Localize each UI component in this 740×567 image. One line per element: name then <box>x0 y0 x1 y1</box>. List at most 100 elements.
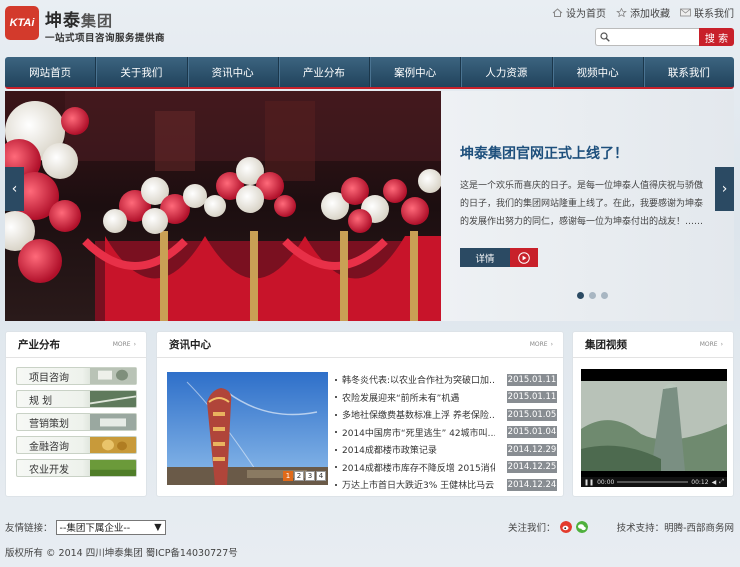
news-panel-title: 资讯中心 <box>169 339 211 351</box>
footer-links-row: 友情链接： --集团下属企业-- ▼ 关注我们： 技术支持：明腾-西部商务网 <box>5 518 734 536</box>
nav-hr[interactable]: 人力资源 <box>461 57 553 87</box>
site-logo[interactable]: KTAi 坤泰集团 一站式项目咨询服务提供商 <box>5 6 205 46</box>
news-date: 2014.12.25 <box>507 461 557 474</box>
news-date: 2014.12.29 <box>507 443 557 456</box>
news-item[interactable]: 农险发展迎来“前所未有”机遇 2015.01.11 <box>335 389 557 407</box>
slide-title: 坤泰集团官网正式上线了！ <box>460 146 628 162</box>
video-more-link[interactable]: MORE › <box>700 341 723 348</box>
industry-more-link[interactable]: MORE › <box>113 341 136 348</box>
search-icon <box>600 32 610 42</box>
chevron-right-icon: › <box>721 181 728 197</box>
slider-dot-3[interactable] <box>601 292 608 299</box>
industry-panel-header: 产业分布 MORE › <box>6 332 146 358</box>
slide-caption: 坤泰集团官网正式上线了！ 这是一个欢乐而喜庆的日子。是每一位坤泰人值得庆祝与骄傲… <box>460 143 710 231</box>
marketing-thumbnail <box>90 414 136 430</box>
tech-support[interactable]: 技术支持：明腾-西部商务网 <box>617 520 734 534</box>
slider-dots <box>577 292 608 299</box>
nav-home[interactable]: 网站首页 <box>5 57 97 87</box>
nav-contact[interactable]: 联系我们 <box>644 57 734 87</box>
logo-name: 坤泰集团 <box>45 11 114 31</box>
industry-item-marketing[interactable]: 营销策划 <box>16 413 137 431</box>
main-nav: 网站首页 关于我们 资讯中心 产业分布 案例中心 人力资源 视频中心 联系我们 <box>5 57 734 89</box>
pager-2[interactable]: 2 <box>294 471 304 481</box>
links-label: 友情链接： <box>5 523 53 534</box>
slide-details-button[interactable]: 详情 <box>460 248 538 267</box>
bullet-icon <box>335 396 337 399</box>
nav-video[interactable]: 视频中心 <box>553 57 644 87</box>
news-date: 2015.01.11 <box>507 373 557 386</box>
industry-item-agriculture[interactable]: 农业开发 <box>16 459 137 477</box>
pause-icon[interactable]: ❚❚ <box>584 479 594 486</box>
bullet-icon <box>335 483 337 486</box>
news-more-link[interactable]: MORE › <box>530 341 553 348</box>
mail-icon <box>680 8 691 17</box>
bullet-icon <box>335 448 337 451</box>
wechat-icon[interactable] <box>575 521 588 533</box>
pager-1[interactable]: 1 <box>283 471 293 481</box>
consulting-thumbnail <box>90 368 136 384</box>
chevron-down-icon: ▼ <box>154 521 162 533</box>
slide-body: 这是一个欢乐而喜庆的日子。是每一位坤泰人值得庆祝与骄傲的日子，我们的集团网站隆重… <box>460 181 704 227</box>
video-player[interactable]: ❚❚ 00:00 00:12 ◀ ⤢ <box>581 369 727 487</box>
nav-news[interactable]: 资讯中心 <box>188 57 279 87</box>
planning-thumbnail <box>90 391 136 407</box>
set-homepage-link[interactable]: 设为首页 <box>552 5 606 20</box>
volume-icon[interactable]: ◀ <box>712 479 717 486</box>
chevron-right-icon: › <box>720 341 723 348</box>
weibo-icon[interactable] <box>559 521 572 533</box>
copyright: 版权所有 © 2014 四川坤泰集团 蜀ICP备14030727号 <box>5 548 238 559</box>
industry-item-planning[interactable]: 规 划 <box>16 390 137 408</box>
video-frame <box>581 369 727 477</box>
hero-slider: ‹ › 坤泰集团官网正式上线了！ 这是一个欢乐而喜庆的日子。是每一位坤泰人值得庆… <box>5 91 734 321</box>
news-date: 2015.01.04 <box>507 426 557 439</box>
bullet-icon <box>335 431 337 434</box>
wedding-flowers-image <box>5 91 441 321</box>
industry-item-finance[interactable]: 金融咨询 <box>16 436 137 454</box>
chevron-right-icon: › <box>133 341 136 348</box>
video-panel-header: 集团视频 MORE › <box>573 332 733 358</box>
contact-us-link[interactable]: 联系我们 <box>680 5 734 20</box>
bullet-icon <box>335 466 337 469</box>
news-item[interactable]: 多地社保缴费基数标准上浮 养老保险… 2015.01.05 <box>335 406 557 424</box>
news-item[interactable]: 2014成都楼市政策记录 2014.12.29 <box>335 441 557 459</box>
nav-cases[interactable]: 案例中心 <box>370 57 462 87</box>
tower-photo <box>167 372 328 485</box>
pager-4[interactable]: 4 <box>316 471 326 481</box>
news-list: 韩冬炎代表:以农业合作社为突破口加… 2015.01.11 农险发展迎来“前所未有… <box>335 371 557 494</box>
add-favorite-link[interactable]: 添加收藏 <box>616 5 670 20</box>
finance-thumbnail <box>90 437 136 453</box>
industry-panel-title: 产业分布 <box>18 339 60 351</box>
nav-industry[interactable]: 产业分布 <box>279 57 370 87</box>
bullet-icon <box>335 413 337 416</box>
news-image[interactable]: 1 2 3 4 <box>167 372 328 485</box>
group-companies-select[interactable]: --集团下属企业-- ▼ <box>55 519 166 535</box>
news-panel-header: 资讯中心 MORE › <box>157 332 563 358</box>
slider-dot-1[interactable] <box>577 292 584 299</box>
slider-prev-button[interactable]: ‹ <box>5 167 24 211</box>
news-panel: 资讯中心 MORE › 1 2 3 4 韩冬炎代表:以农业合作社为突破口加… 201… <box>156 331 564 497</box>
fullscreen-icon[interactable]: ⤢ <box>719 478 724 486</box>
news-date: 2014.12.24 <box>507 478 557 491</box>
slider-dot-2[interactable] <box>589 292 596 299</box>
slider-next-button[interactable]: › <box>715 167 734 211</box>
search-button[interactable]: 搜 索 <box>699 28 734 46</box>
chevron-right-icon: › <box>550 341 553 348</box>
pager-3[interactable]: 3 <box>305 471 315 481</box>
play-circle-icon <box>510 248 538 267</box>
bullet-icon <box>335 378 337 381</box>
search-bar: 搜 索 <box>595 28 734 46</box>
video-progress[interactable] <box>617 481 689 483</box>
news-date: 2015.01.11 <box>507 391 557 404</box>
chevron-left-icon: ‹ <box>11 181 18 197</box>
search-input[interactable] <box>595 28 699 46</box>
industry-list: 项目咨询 规 划 营销策划 金融咨询 农业开发 <box>6 358 146 477</box>
slide-image[interactable] <box>5 91 441 321</box>
nav-about[interactable]: 关于我们 <box>96 57 188 87</box>
news-item[interactable]: 2014中国房市“死里逃生” 42城市叫… 2015.01.04 <box>335 424 557 442</box>
news-item[interactable]: 韩冬炎代表:以农业合作社为突破口加… 2015.01.11 <box>335 371 557 389</box>
news-item[interactable]: 2014成都楼市库存不降反增 2015消化… 2014.12.25 <box>335 459 557 477</box>
logo-badge: KTAi <box>5 6 39 40</box>
news-item[interactable]: 万达上市首日大跌近3% 王健林比马云… 2014.12.24 <box>335 476 557 494</box>
industry-item-consulting[interactable]: 项目咨询 <box>16 367 137 385</box>
video-panel-title: 集团视频 <box>585 339 627 351</box>
